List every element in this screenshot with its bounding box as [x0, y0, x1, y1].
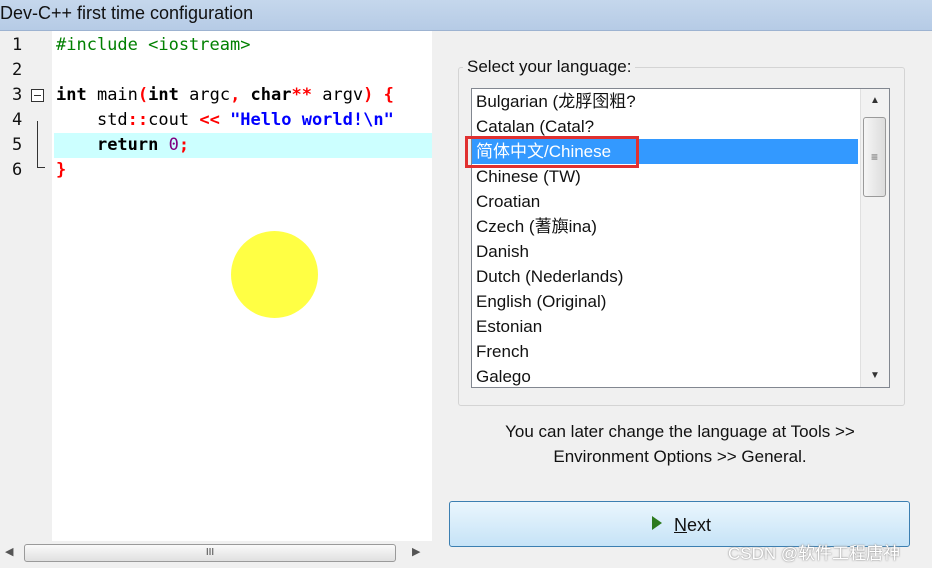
scroll-left-icon[interactable]: ◀ — [5, 545, 13, 558]
language-listbox[interactable]: Bulgarian (龙脬囹粗? Catalan (Catal? 简体中文/Ch… — [471, 88, 890, 388]
fold-end-marker — [37, 167, 45, 168]
symbol-token: << — [189, 110, 231, 130]
window-title: Dev-C++ first time configuration — [0, 3, 254, 23]
string-token: "Hello world!\n" — [230, 110, 394, 130]
code-lines: 1 #include <iostream> 2 3 int main(int a… — [0, 33, 432, 183]
identifier-token: cout — [148, 110, 190, 130]
symbol-token: ) — [363, 85, 374, 105]
number-token: 0 — [168, 135, 179, 155]
language-item[interactable]: Danish — [472, 239, 858, 264]
line-number: 4 — [12, 110, 23, 130]
next-arrow-icon — [652, 516, 662, 530]
code-text: int main(int argc, char** argv) { — [54, 83, 432, 108]
language-item[interactable]: French — [472, 339, 858, 364]
next-label-rest: ext — [687, 515, 712, 535]
next-button-label: Next — [674, 515, 711, 536]
identifier-token: argv — [311, 85, 364, 105]
hint-line-2: Environment Options >> General. — [553, 447, 807, 466]
symbol-token: } — [56, 160, 67, 180]
keyword-token: int — [148, 85, 179, 105]
language-item[interactable]: Dutch (Nederlands) — [472, 264, 858, 289]
scroll-right-icon[interactable]: ▶ — [412, 545, 420, 558]
keyword-token: return — [96, 135, 159, 155]
scrollbar-thumb[interactable]: ≡ — [863, 117, 886, 197]
code-line-6: 6 } — [0, 158, 432, 183]
fold-collapse-icon[interactable] — [31, 89, 44, 102]
scroll-down-icon[interactable]: ▼ — [861, 370, 889, 381]
symbol-token: { — [373, 85, 394, 105]
language-item[interactable]: Croatian — [472, 189, 858, 214]
code-line-2: 2 — [0, 58, 432, 83]
language-item[interactable]: English (Original) — [472, 289, 858, 314]
annotation-highlight-box — [465, 136, 639, 168]
fold-line — [37, 121, 38, 167]
watermark: CSDN @软件工程唐神 — [728, 544, 901, 563]
line-number: 5 — [12, 135, 23, 155]
code-editor-preview: 1 #include <iostream> 2 3 int main(int a… — [0, 31, 432, 541]
cursor-highlight-circle — [231, 231, 318, 318]
line-number: 1 — [12, 35, 23, 55]
line-number: 2 — [12, 60, 23, 80]
title-bar: Dev-C++ first time configuration — [0, 0, 932, 31]
identifier-token: main — [86, 85, 138, 105]
symbol-token: , — [230, 85, 241, 105]
keyword-token: int — [56, 85, 87, 105]
scrollbar-thumb[interactable]: III — [24, 544, 396, 562]
code-text: std::cout << "Hello world!\n" — [54, 108, 432, 133]
language-item[interactable]: Galego — [472, 364, 858, 387]
code-line-3: 3 int main(int argc, char** argv) { — [0, 83, 432, 108]
language-item[interactable]: Bulgarian (龙脬囹粗? — [472, 89, 858, 114]
hint-line-1: You can later change the language at Too… — [505, 422, 855, 441]
code-text: } — [54, 158, 432, 183]
code-text: return 0; — [54, 133, 432, 158]
horizontal-scrollbar[interactable]: ◀ III ▶ — [0, 541, 432, 563]
symbol-token: ( — [137, 85, 149, 105]
identifier-token: argc — [178, 85, 231, 105]
symbol-token: :: — [127, 110, 149, 130]
code-line-5-current: 5 return 0; — [0, 133, 432, 158]
line-number: 3 — [12, 85, 23, 105]
scroll-up-icon[interactable]: ▲ — [861, 95, 889, 106]
vertical-scrollbar[interactable]: ▲ ≡ ▼ — [860, 89, 889, 387]
line-number: 6 — [12, 160, 23, 180]
language-list-items: Bulgarian (龙脬囹粗? Catalan (Catal? 简体中文/Ch… — [472, 89, 858, 387]
keyword-token: char — [240, 85, 292, 105]
code-line-4: 4 std::cout << "Hello world!\n" — [0, 108, 432, 133]
language-item[interactable]: Estonian — [472, 314, 858, 339]
preprocessor-token: #include <iostream> — [56, 35, 251, 55]
next-mnemonic: N — [674, 515, 687, 535]
identifier-token: std — [96, 110, 128, 130]
code-line-1: 1 #include <iostream> — [0, 33, 432, 58]
language-group-label: Select your language: — [463, 57, 636, 77]
symbol-token: ** — [291, 85, 312, 105]
language-item[interactable]: Czech (蓍旟ina) — [472, 214, 858, 239]
symbol-token: ; — [178, 135, 190, 155]
code-text: #include <iostream> — [54, 33, 432, 58]
language-hint: You can later change the language at Too… — [448, 419, 912, 469]
